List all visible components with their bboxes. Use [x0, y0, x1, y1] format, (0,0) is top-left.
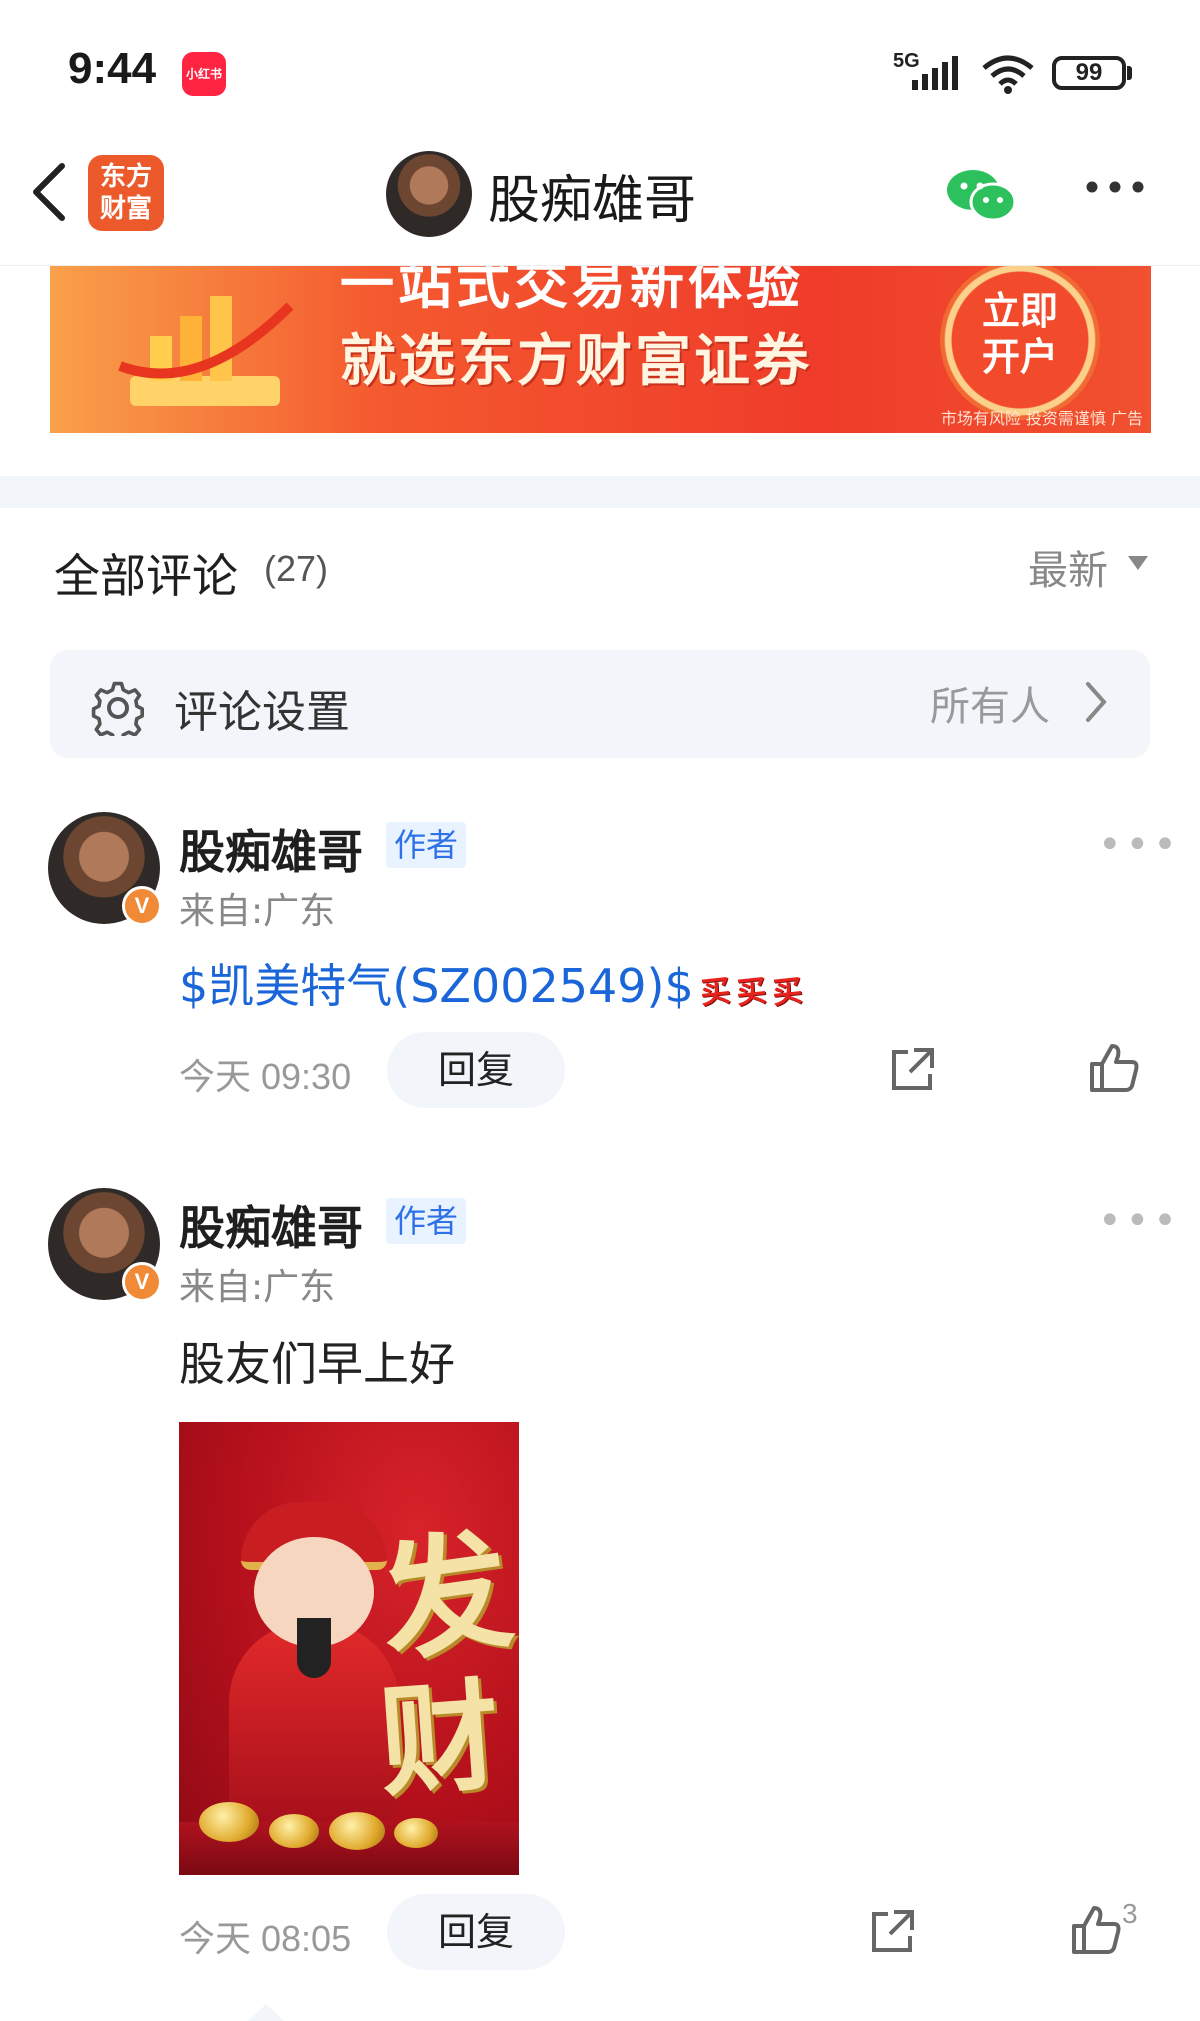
buy-emoji: 买	[698, 973, 732, 1012]
open-account-button[interactable]: 立即 开户	[940, 266, 1100, 420]
comment-text: 股友们早上好	[179, 1337, 455, 1391]
more-options-icon[interactable]	[1085, 180, 1145, 194]
reply-button[interactable]: 回复	[387, 1032, 565, 1108]
comment-location: 来自:广东	[179, 1267, 336, 1308]
gold-ingot-icon	[329, 1812, 385, 1850]
buy-emoji: 买	[770, 973, 804, 1012]
comment-settings-row[interactable]: 评论设置 所有人	[50, 650, 1150, 758]
like-icon[interactable]	[1088, 1042, 1140, 1094]
comment-settings-value: 所有人	[930, 684, 1050, 730]
chart-illustration-icon	[118, 296, 294, 406]
author-tag: 作者	[386, 822, 467, 868]
eastmoney-logo[interactable]: 东方 财富	[88, 155, 164, 231]
gold-ingot-icon	[199, 1802, 259, 1842]
ad-banner[interactable]: 一站式交易新体验 就选东方财富证券 立即 开户 市场有风险 投资需谨慎 广告	[50, 266, 1151, 433]
gold-ingot-icon	[269, 1814, 319, 1848]
cta-line2: 开户	[981, 335, 1058, 379]
banner-headline: 就选东方财富证券	[340, 329, 812, 394]
gear-icon	[91, 681, 145, 736]
share-icon[interactable]	[888, 1046, 936, 1094]
cta-line1: 立即	[981, 289, 1058, 333]
like-icon[interactable]	[1070, 1904, 1122, 1956]
comment-time: 今天 08:05	[179, 1918, 352, 1959]
chevron-right-icon	[1086, 682, 1107, 722]
ad-disclaimer: 市场有风险 投资需谨慎 广告	[940, 409, 1143, 428]
verified-badge-icon: V	[122, 1262, 162, 1302]
comment-time: 今天 09:30	[179, 1056, 352, 1097]
stock-link[interactable]: $凯美特气(SZ002549)$	[179, 959, 694, 1013]
verified-badge-icon: V	[122, 886, 162, 926]
comment-text: $凯美特气(SZ002549)$ 买买买	[179, 950, 804, 1016]
like-count: 3	[1122, 1898, 1138, 1929]
rednote-app-icon: 小红书	[182, 52, 226, 96]
battery-tip	[1127, 66, 1132, 80]
section-gap	[0, 476, 1200, 508]
image-char-cai: 财	[374, 1664, 505, 1814]
comments-count: (27)	[264, 548, 329, 589]
wechat-share-icon[interactable]	[945, 168, 1017, 224]
comment-image[interactable]: 发 财	[179, 1422, 519, 1875]
share-icon[interactable]	[868, 1908, 916, 1956]
wifi-icon	[982, 55, 1034, 94]
reply-button[interactable]: 回复	[387, 1894, 565, 1970]
sort-dropdown[interactable]: 最新	[1028, 538, 1108, 596]
status-time: 9:44	[68, 44, 157, 93]
back-arrow-icon[interactable]	[28, 160, 70, 224]
comments-title: 全部评论	[54, 549, 238, 603]
logo-text-line2: 财富	[99, 194, 152, 224]
comment-more-icon[interactable]: •••	[1098, 1198, 1181, 1244]
commenter-name[interactable]: 股痴雄哥	[179, 816, 363, 882]
signal-icon	[912, 56, 958, 90]
commenter-name[interactable]: 股痴雄哥	[179, 1192, 363, 1258]
header-avatar[interactable]	[386, 151, 472, 237]
caishen-beard	[297, 1618, 331, 1678]
caret-down-icon[interactable]	[1128, 556, 1148, 570]
header-title[interactable]: 股痴雄哥	[488, 158, 696, 233]
comment-location: 来自:广东	[179, 891, 336, 932]
comment-settings-label: 评论设置	[174, 687, 350, 738]
author-tag: 作者	[386, 1198, 467, 1244]
battery-indicator: 99	[1052, 56, 1126, 90]
buy-emoji: 买	[734, 973, 768, 1012]
reply-pointer	[248, 2004, 284, 2021]
gold-ingot-icon	[394, 1818, 438, 1848]
banner-headline-top: 一站式交易新体验	[340, 266, 804, 316]
logo-text-line1: 东方	[99, 162, 152, 192]
comment-more-icon[interactable]: •••	[1098, 822, 1181, 868]
